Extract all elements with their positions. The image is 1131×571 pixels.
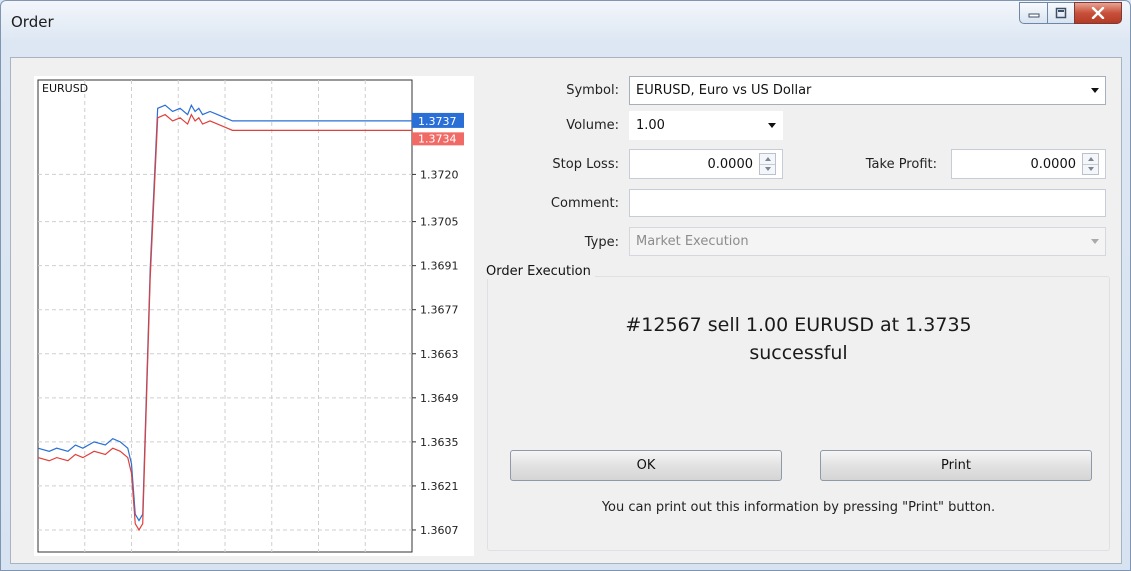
print-button[interactable]: Print [820, 450, 1092, 481]
print-hint: You can print out this information by pr… [601, 500, 996, 515]
price-chart: 1.3720 1.3705 1.3691 1.3677 1.3663 1.3649 1.36… [34, 76, 474, 556]
price-chart-svg: 1.3720 1.3705 1.3691 1.3677 1.3663 1.3649 1.36… [37, 79, 464, 553]
y-tick-label: 1.3621 [420, 480, 459, 493]
spin-up-icon[interactable] [760, 154, 775, 165]
execution-result: #12567 sell 1.00 EURUSD at 1.3735 succes… [487, 311, 1110, 367]
spin-up-icon[interactable] [1083, 154, 1098, 165]
type-value: Market Execution [636, 234, 749, 249]
stop-loss-field[interactable]: 0.0000 [629, 149, 783, 179]
chevron-down-icon [1091, 239, 1099, 244]
bid-price-label: 1.3734 [418, 132, 457, 145]
title-bar[interactable]: Order [1, 1, 1130, 39]
ok-button[interactable]: OK [510, 450, 782, 481]
chevron-down-icon [768, 123, 776, 128]
window-title: Order [11, 13, 54, 31]
stop-loss-value: 0.0000 [707, 156, 754, 172]
comment-label: Comment: [550, 196, 619, 211]
volume-value: 1.00 [636, 118, 665, 133]
comment-input[interactable] [629, 189, 1106, 217]
take-profit-value: 0.0000 [1030, 156, 1077, 172]
y-tick-label: 1.3663 [420, 348, 459, 361]
stop-loss-spinner[interactable] [759, 153, 776, 175]
execution-result-line1: #12567 sell 1.00 EURUSD at 1.3735 [625, 314, 972, 336]
dialog-body: 1.3720 1.3705 1.3691 1.3677 1.3663 1.3649 1.36… [10, 57, 1122, 564]
y-tick-label: 1.3691 [420, 260, 459, 273]
take-profit-field[interactable]: 0.0000 [951, 149, 1106, 179]
ask-price-label: 1.3737 [418, 115, 457, 128]
minimize-button[interactable] [1019, 2, 1047, 24]
y-tick-label: 1.3720 [420, 168, 459, 181]
volume-label: Volume: [566, 118, 619, 133]
type-label: Type: [584, 235, 619, 250]
execution-result-line2: successful [749, 342, 848, 364]
maximize-button[interactable] [1047, 2, 1074, 24]
volume-select[interactable]: 1.00 [629, 111, 783, 140]
symbol-value: EURUSD, Euro vs US Dollar [636, 83, 812, 98]
y-tick-label: 1.3635 [420, 436, 459, 449]
y-tick-label: 1.3649 [420, 392, 459, 405]
minimize-icon [1028, 13, 1039, 18]
order-window: Order 1.3720 1.3705 1.3691 1.3677 1.3663 1.36… [0, 0, 1131, 571]
symbol-select[interactable]: EURUSD, Euro vs US Dollar [629, 76, 1106, 105]
close-icon [1091, 7, 1105, 19]
spin-down-icon[interactable] [760, 165, 775, 175]
chevron-down-icon [1091, 88, 1099, 93]
y-tick-label: 1.3677 [420, 304, 459, 317]
order-execution-title: Order Execution [486, 264, 595, 279]
spin-down-icon[interactable] [1083, 165, 1098, 175]
take-profit-spinner[interactable] [1082, 153, 1099, 175]
take-profit-label: Take Profit: [865, 157, 937, 172]
maximize-icon [1055, 7, 1067, 19]
close-button[interactable] [1074, 2, 1122, 24]
symbol-label: Symbol: [566, 83, 619, 98]
y-tick-label: 1.3705 [420, 216, 459, 229]
y-tick-label: 1.3607 [420, 524, 459, 537]
chart-symbol-label: EURUSD [42, 82, 88, 95]
type-select[interactable]: Market Execution [629, 227, 1106, 256]
caption-buttons [1019, 2, 1122, 24]
stop-loss-label: Stop Loss: [552, 157, 619, 172]
